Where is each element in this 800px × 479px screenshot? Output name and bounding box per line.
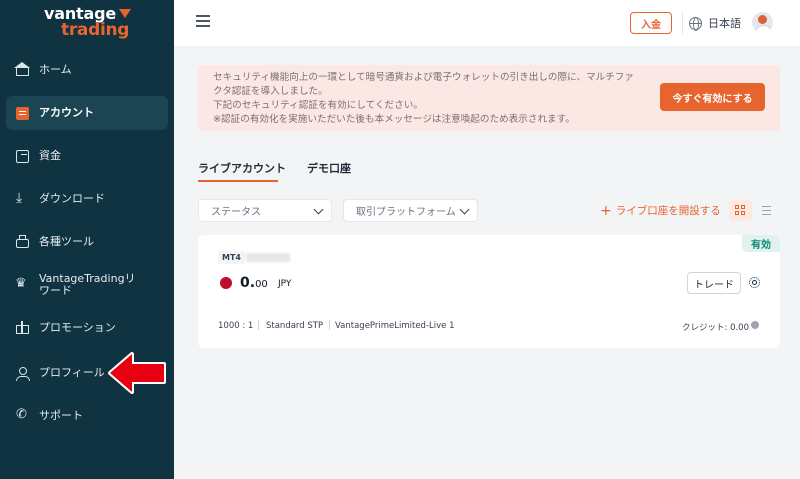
sidebar-item-label: プロモーション bbox=[39, 321, 116, 334]
active-tab-indicator bbox=[198, 180, 278, 182]
sidebar-item-label: 資金 bbox=[39, 149, 61, 162]
sidebar-item-support[interactable]: サポート bbox=[6, 399, 168, 433]
open-live-account-label: ライブ口座を開設する bbox=[615, 205, 721, 217]
grid-view-toggle[interactable] bbox=[729, 200, 752, 221]
status-filter-placeholder: ステータス bbox=[211, 207, 261, 218]
sidebar-item-promotion[interactable]: プロモーション bbox=[6, 311, 168, 345]
account-number-redacted bbox=[246, 253, 290, 262]
sidebar-item-label: アカウント bbox=[39, 106, 94, 119]
platform-filter-select[interactable]: 取引プラットフォーム bbox=[343, 199, 478, 222]
sidebar-item-tools[interactable]: 各種ツール bbox=[6, 225, 168, 259]
enable-now-button[interactable]: 今すぐ有効にする bbox=[660, 83, 765, 111]
sidebar-item-label: サポート bbox=[39, 409, 83, 422]
info-icon[interactable] bbox=[751, 321, 759, 329]
platform-badge: MT4 bbox=[218, 251, 245, 264]
open-live-account-link[interactable]: + ライブ口座を開設する bbox=[600, 203, 721, 218]
download-icon bbox=[16, 190, 29, 206]
banner-text: セキュリティ機能向上の一環として暗号通貨および電子ウォレットの引き出しの際に、マ… bbox=[213, 71, 643, 127]
sidebar-item-label: ホーム bbox=[39, 63, 72, 76]
list-view-toggle[interactable] bbox=[757, 200, 777, 221]
language-label: 日本語 bbox=[708, 17, 741, 30]
home-icon bbox=[14, 62, 30, 76]
server-name: VantagePrimeLimited-Live 1 bbox=[335, 321, 455, 331]
gear-icon[interactable] bbox=[749, 277, 760, 288]
plus-icon: + bbox=[600, 202, 612, 219]
currency: JPY bbox=[278, 279, 292, 289]
sidebar-item-rewards[interactable]: VantageTradingリワード bbox=[6, 265, 168, 305]
top-bar: 入金 日本語 bbox=[174, 0, 800, 46]
sidebar-item-label: 各種ツール bbox=[39, 235, 94, 248]
list-icon bbox=[762, 206, 771, 208]
meta-divider bbox=[329, 320, 330, 330]
language-selector[interactable]: 日本語 bbox=[689, 14, 741, 32]
reward-crown-icon bbox=[15, 276, 29, 292]
balance-decimals: 00 bbox=[255, 279, 268, 290]
status-filter-select[interactable]: ステータス bbox=[198, 199, 332, 222]
sidebar-item-label: プロフィール bbox=[39, 366, 105, 379]
logo-mark-icon bbox=[119, 9, 131, 18]
account-icon bbox=[16, 106, 29, 120]
meta-divider bbox=[258, 320, 259, 330]
globe-icon bbox=[689, 16, 702, 31]
balance: 0.00 bbox=[240, 275, 268, 291]
sidebar: vantage trading ホーム アカウント 資金 ダウンロード 各種ツー… bbox=[0, 0, 174, 479]
trade-button[interactable]: トレード bbox=[687, 272, 741, 294]
menu-hamburger-icon[interactable] bbox=[196, 15, 210, 27]
deposit-button[interactable]: 入金 bbox=[630, 12, 672, 34]
user-avatar[interactable] bbox=[752, 12, 773, 33]
sidebar-item-label: ダウンロード bbox=[39, 192, 105, 205]
status-badge: 有効 bbox=[742, 235, 780, 252]
grid-icon bbox=[735, 205, 739, 209]
account-type: Standard STP bbox=[266, 321, 324, 331]
tools-icon bbox=[16, 235, 29, 248]
header-divider bbox=[682, 12, 683, 34]
profile-icon bbox=[16, 366, 30, 381]
leverage: 1000 : 1 bbox=[218, 321, 254, 331]
tab-live-account[interactable]: ライブアカウント bbox=[198, 160, 286, 176]
tab-demo-account[interactable]: デモ口座 bbox=[307, 160, 351, 176]
vantage-trading-logo[interactable]: vantage trading bbox=[44, 4, 134, 44]
banner-line: ※認証の有効化を実施いただいた後も本メッセージは注意喚起のため表示されます。 bbox=[213, 114, 575, 125]
credit: クレジット: 0.00 bbox=[682, 323, 749, 333]
chevron-down-icon bbox=[459, 204, 470, 215]
platform-filter-placeholder: 取引プラットフォーム bbox=[356, 207, 456, 218]
promotion-gift-icon bbox=[16, 321, 29, 334]
funds-icon bbox=[16, 149, 29, 163]
japan-flag-icon bbox=[220, 277, 232, 289]
sidebar-item-home[interactable]: ホーム bbox=[6, 53, 168, 87]
sidebar-item-account[interactable]: アカウント bbox=[6, 96, 168, 130]
banner-line: セキュリティ機能向上の一環として暗号通貨および電子ウォレットの引き出しの際に、マ… bbox=[213, 72, 634, 97]
logo-line2: trading bbox=[61, 20, 130, 40]
red-arrow-annotation-icon bbox=[108, 352, 166, 394]
support-icon bbox=[16, 407, 29, 423]
security-notice-banner: セキュリティ機能向上の一環として暗号通貨および電子ウォレットの引き出しの際に、マ… bbox=[198, 65, 780, 131]
sidebar-item-funds[interactable]: 資金 bbox=[6, 139, 168, 173]
chevron-down-icon bbox=[313, 204, 324, 215]
account-card: 有効 MT4 0.00 JPY トレード 1000 : 1 Standard S… bbox=[198, 235, 780, 348]
balance-main: 0. bbox=[240, 275, 256, 291]
sidebar-item-label: VantageTradingリワード bbox=[39, 272, 136, 297]
banner-line: 下記のセキュリティ認証を有効にしてください。 bbox=[213, 100, 423, 111]
sidebar-item-download[interactable]: ダウンロード bbox=[6, 182, 168, 216]
